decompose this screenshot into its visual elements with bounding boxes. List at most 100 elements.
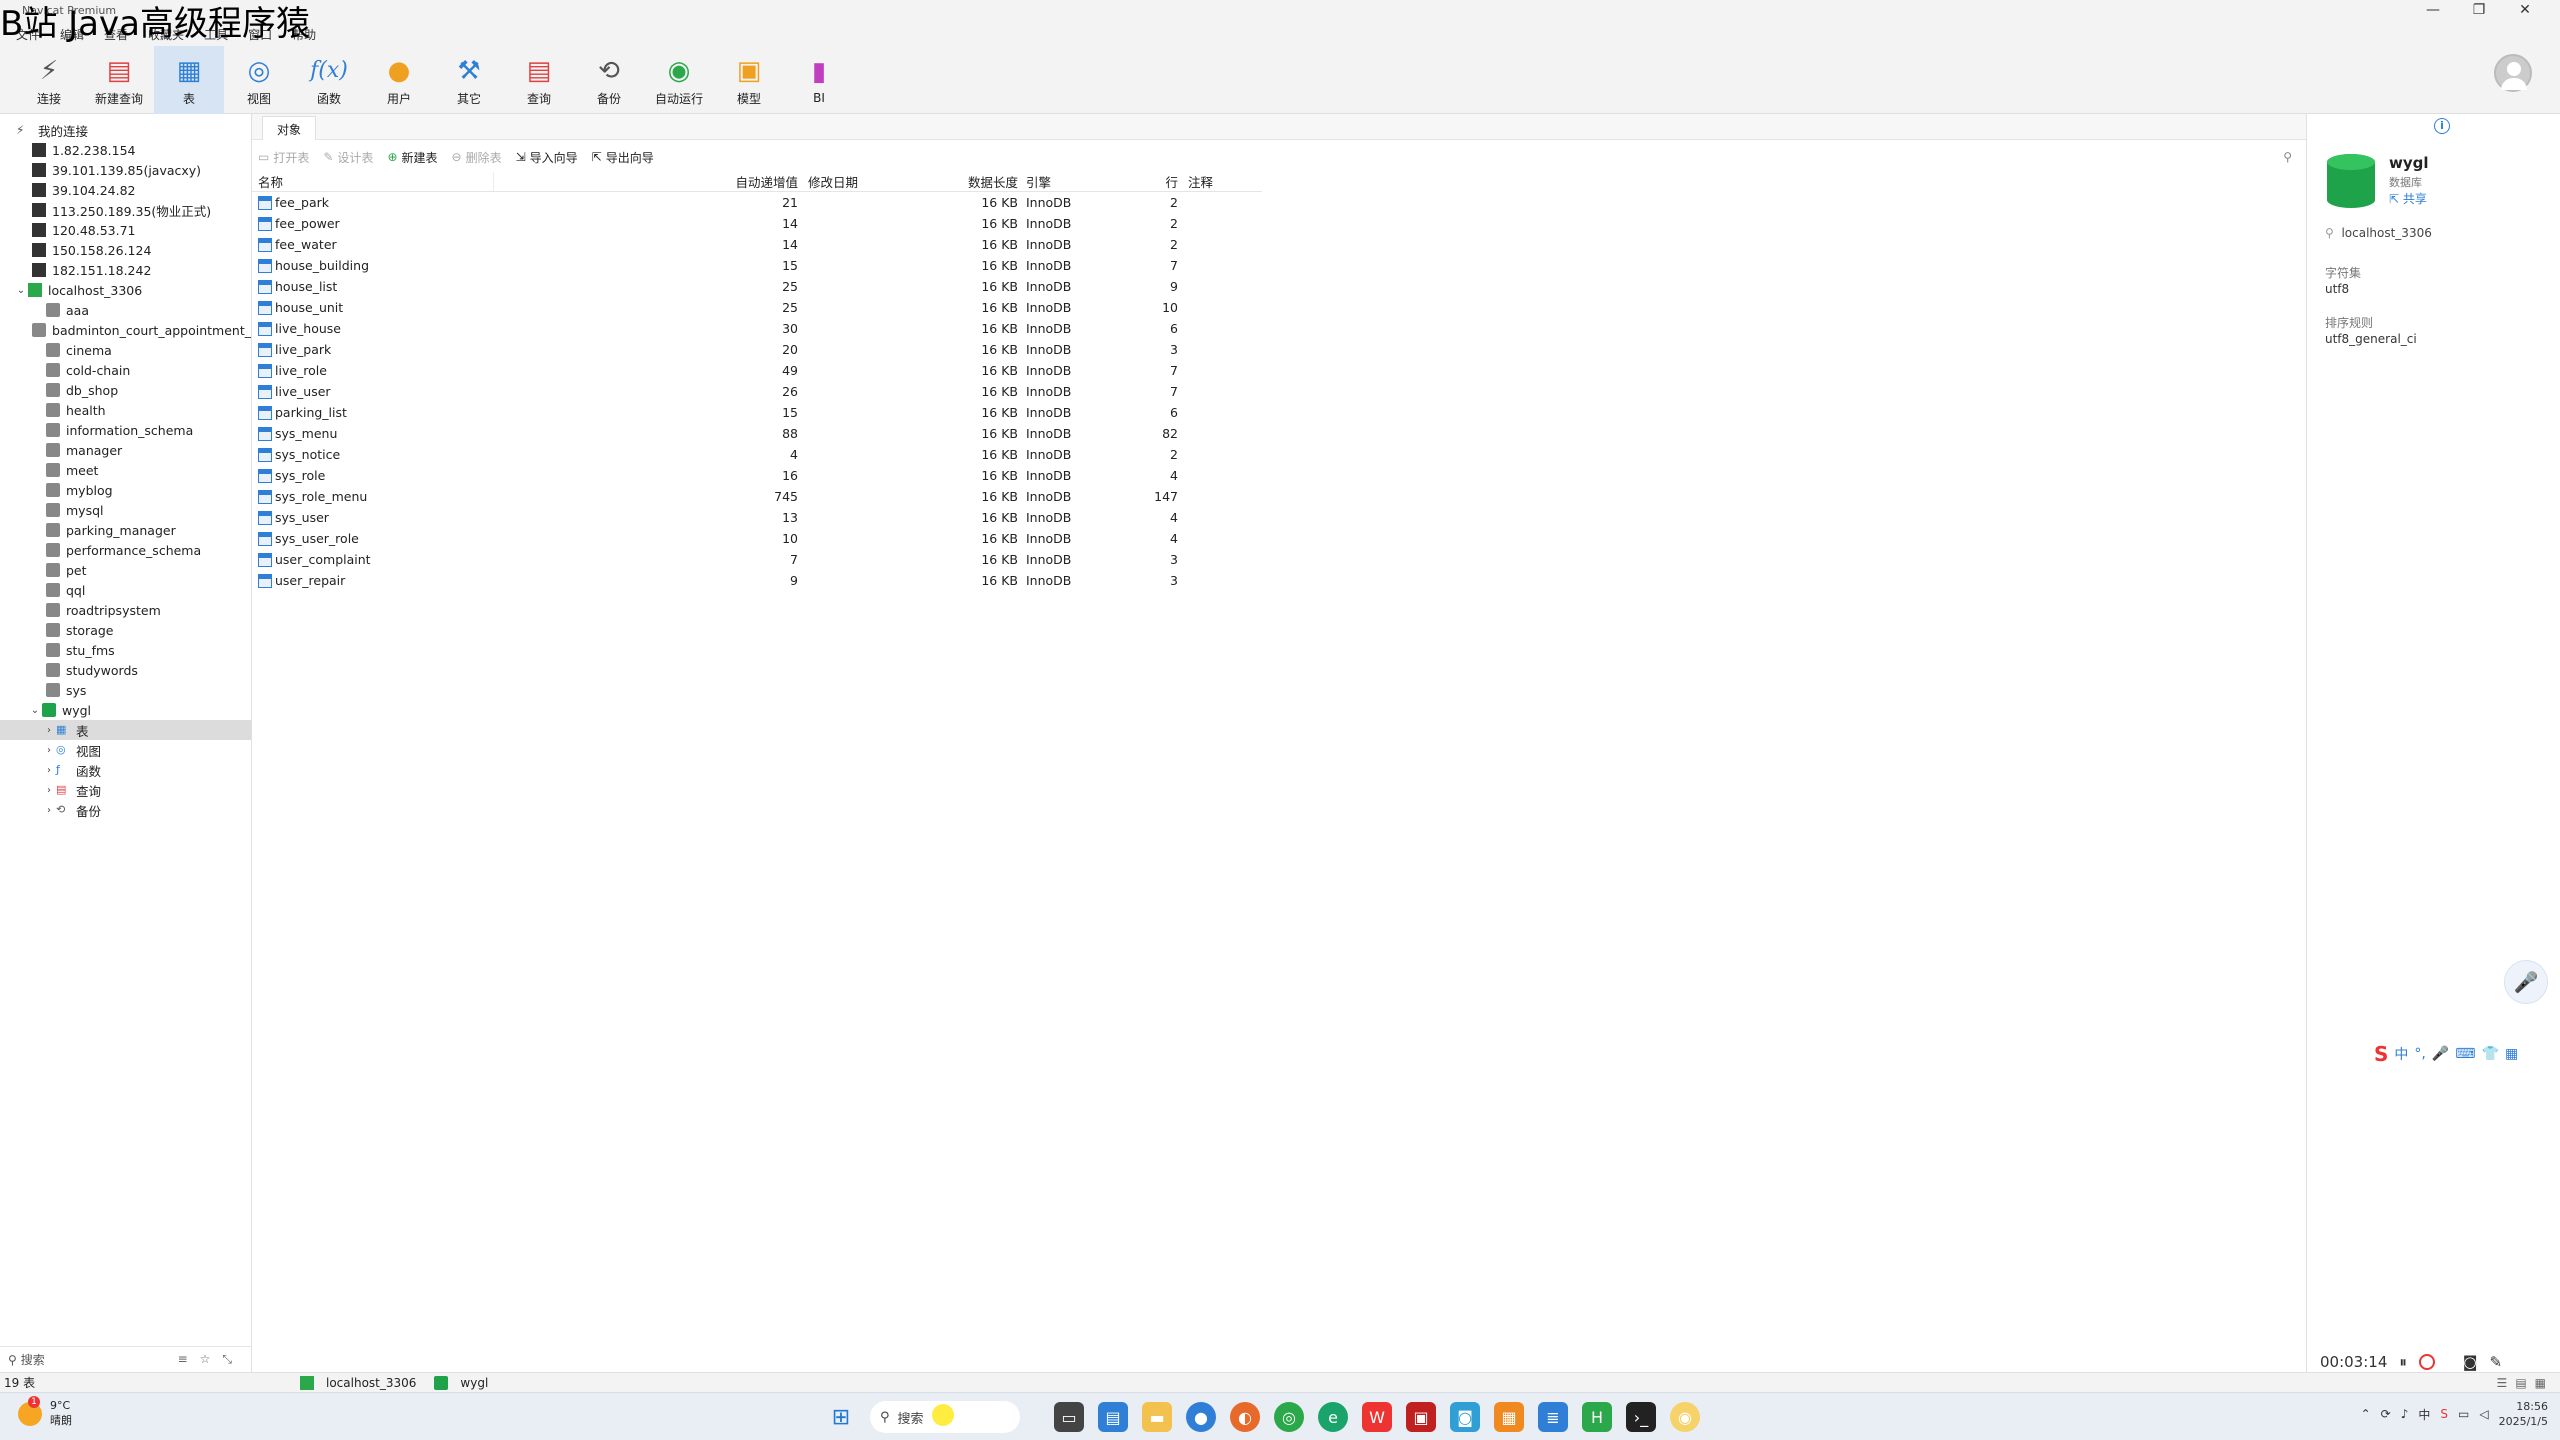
- table-row[interactable]: house_building 15 16 KB InnoDB 7: [252, 255, 1262, 276]
- star-icon[interactable]: ☆: [200, 1352, 211, 1367]
- header-engine[interactable]: 引擎: [1022, 172, 1132, 191]
- new-table-button[interactable]: ⊕ 新建表: [387, 149, 437, 166]
- design-table-button[interactable]: ✎ 设计表: [323, 149, 373, 166]
- table-row[interactable]: sys_role 16 16 KB InnoDB 4: [252, 465, 1262, 486]
- table-row[interactable]: live_house 30 16 KB InnoDB 6: [252, 318, 1262, 339]
- tray-sync-icon[interactable]: ⟳: [2381, 1407, 2391, 1421]
- table-row[interactable]: live_park 20 16 KB InnoDB 3: [252, 339, 1262, 360]
- table-row[interactable]: sys_user_role 10 16 KB InnoDB 4: [252, 528, 1262, 549]
- ime-keyboard-icon[interactable]: ⌨: [2455, 1046, 2475, 1062]
- backup-button[interactable]: ⟲ 备份: [574, 46, 644, 114]
- camera-icon[interactable]: ◙: [2463, 1353, 2478, 1371]
- weather-widget[interactable]: 9°C晴朗: [18, 1395, 72, 1428]
- tree-node-function[interactable]: › ƒ 函数: [0, 760, 251, 780]
- tree-connection[interactable]: 150.158.26.124: [0, 240, 251, 260]
- tree-node-backup[interactable]: › ⟲ 备份: [0, 800, 251, 820]
- edge-icon[interactable]: e: [1318, 1402, 1348, 1432]
- tree-connection[interactable]: 113.250.189.35(物业正式): [0, 200, 251, 220]
- tree-connection[interactable]: 182.151.18.242: [0, 260, 251, 280]
- ime-skin-icon[interactable]: 👕: [2482, 1046, 2499, 1062]
- chevron-down-icon[interactable]: ⌄: [28, 705, 42, 716]
- task-view-icon[interactable]: ▭: [1054, 1402, 1084, 1432]
- table-row[interactable]: user_complaint 7 16 KB InnoDB 3: [252, 549, 1262, 570]
- tree-database[interactable]: parking_manager: [0, 520, 251, 540]
- tree-database-wygl[interactable]: ⌄ wygl: [0, 700, 251, 720]
- table-button[interactable]: ▦ 表: [154, 46, 224, 114]
- import-wizard-button[interactable]: ⇲ 导入向导: [516, 149, 578, 166]
- table-row[interactable]: house_list 25 16 KB InnoDB 9: [252, 276, 1262, 297]
- table-row[interactable]: user_repair 9 16 KB InnoDB 3: [252, 570, 1262, 591]
- bi-button[interactable]: ▮ BI: [784, 46, 854, 114]
- user-button[interactable]: ● 用户: [364, 46, 434, 114]
- function-button[interactable]: f(x) 函数: [294, 46, 364, 114]
- open-table-button[interactable]: ▭ 打开表: [258, 149, 309, 166]
- app-red-icon[interactable]: ▣: [1406, 1402, 1436, 1432]
- firefox-icon[interactable]: ◐: [1230, 1402, 1260, 1432]
- tree-database[interactable]: cold-chain: [0, 360, 251, 380]
- ime-mode[interactable]: 中: [2394, 1044, 2408, 1064]
- tree-database[interactable]: information_schema: [0, 420, 251, 440]
- hbuilder-icon[interactable]: H: [1582, 1402, 1612, 1432]
- chevron-right-icon[interactable]: ›: [42, 745, 56, 756]
- app-camera-icon[interactable]: ◙: [1450, 1402, 1480, 1432]
- pen-icon[interactable]: ✎: [2489, 1353, 2502, 1371]
- assistant-mic-icon[interactable]: 🎤: [2504, 960, 2548, 1004]
- table-row[interactable]: parking_list 15 16 KB InnoDB 6: [252, 402, 1262, 423]
- tray-volume-icon[interactable]: ◁: [2479, 1407, 2488, 1421]
- header-name[interactable]: 名称: [252, 172, 494, 191]
- tree-database[interactable]: aaa: [0, 300, 251, 320]
- detail-view-icon[interactable]: ▤: [2515, 1376, 2526, 1390]
- other-button[interactable]: ⚒ 其它: [434, 46, 504, 114]
- tab-objects[interactable]: 对象: [262, 116, 317, 140]
- tree-database[interactable]: sys: [0, 680, 251, 700]
- tree-connection[interactable]: 1.82.238.154: [0, 140, 251, 160]
- view-button[interactable]: ◎ 视图: [224, 46, 294, 114]
- table-row[interactable]: live_role 49 16 KB InnoDB 7: [252, 360, 1262, 381]
- navicat-icon[interactable]: ◉: [1670, 1402, 1700, 1432]
- chrome-icon[interactable]: ◎: [1274, 1402, 1304, 1432]
- list-view-icon[interactable]: ☰: [2497, 1376, 2508, 1390]
- table-row[interactable]: live_user 26 16 KB InnoDB 7: [252, 381, 1262, 402]
- stop-record-icon[interactable]: [2418, 1354, 2435, 1370]
- info-icon[interactable]: i: [2434, 118, 2450, 134]
- clock[interactable]: 18:56 2025/1/5: [2499, 1399, 2548, 1429]
- table-row[interactable]: sys_user 13 16 KB InnoDB 4: [252, 507, 1262, 528]
- tray-sogou-icon[interactable]: S: [2440, 1407, 2448, 1421]
- header-data-length[interactable]: 数据长度: [912, 172, 1022, 191]
- terminal-icon[interactable]: ›_: [1626, 1402, 1656, 1432]
- windows-start-icon[interactable]: ⊞: [826, 1402, 856, 1432]
- connect-button[interactable]: ⚡ 连接: [14, 46, 84, 114]
- delete-table-button[interactable]: ⊖ 删除表: [452, 149, 502, 166]
- sogou-ime-icon[interactable]: S: [2374, 1042, 2388, 1066]
- query-button[interactable]: ▤ 查询: [504, 46, 574, 114]
- tree-database[interactable]: studywords: [0, 660, 251, 680]
- close-button[interactable]: ✕: [2502, 0, 2548, 22]
- filter-icon[interactable]: ≡: [178, 1352, 188, 1367]
- store-icon[interactable]: ▤: [1098, 1402, 1128, 1432]
- tree-root[interactable]: ⚡ 我的连接: [0, 120, 251, 140]
- tree-database[interactable]: roadtripsystem: [0, 600, 251, 620]
- tree-connection[interactable]: 39.104.24.82: [0, 180, 251, 200]
- app-orange-icon[interactable]: ▦: [1494, 1402, 1524, 1432]
- share-link[interactable]: ⇱ 共享: [2389, 190, 2427, 207]
- tree-database[interactable]: stu_fms: [0, 640, 251, 660]
- chevron-right-icon[interactable]: ›: [42, 785, 56, 796]
- app-blue-circle-icon[interactable]: ●: [1186, 1402, 1216, 1432]
- table-row[interactable]: fee_power 14 16 KB InnoDB 2: [252, 213, 1262, 234]
- table-row[interactable]: sys_menu 88 16 KB InnoDB 82: [252, 423, 1262, 444]
- chevron-right-icon[interactable]: ›: [42, 725, 56, 736]
- new-query-button[interactable]: ▤ 新建查询: [84, 46, 154, 114]
- ime-voice-icon[interactable]: 🎤: [2432, 1046, 2449, 1062]
- tree-database[interactable]: meet: [0, 460, 251, 480]
- maximize-button[interactable]: ❐: [2456, 0, 2502, 22]
- avatar[interactable]: [2494, 54, 2532, 92]
- tray-ime-icon[interactable]: 中: [2418, 1406, 2430, 1423]
- tree-database[interactable]: manager: [0, 440, 251, 460]
- export-wizard-button[interactable]: ⇱ 导出向导: [592, 149, 654, 166]
- table-row[interactable]: sys_notice 4 16 KB InnoDB 2: [252, 444, 1262, 465]
- model-button[interactable]: ▣ 模型: [714, 46, 784, 114]
- automation-button[interactable]: ◉ 自动运行: [644, 46, 714, 114]
- tree-connection-localhost[interactable]: ⌄ localhost_3306: [0, 280, 251, 300]
- tree-database[interactable]: performance_schema: [0, 540, 251, 560]
- header-comment[interactable]: 注释: [1182, 172, 1262, 191]
